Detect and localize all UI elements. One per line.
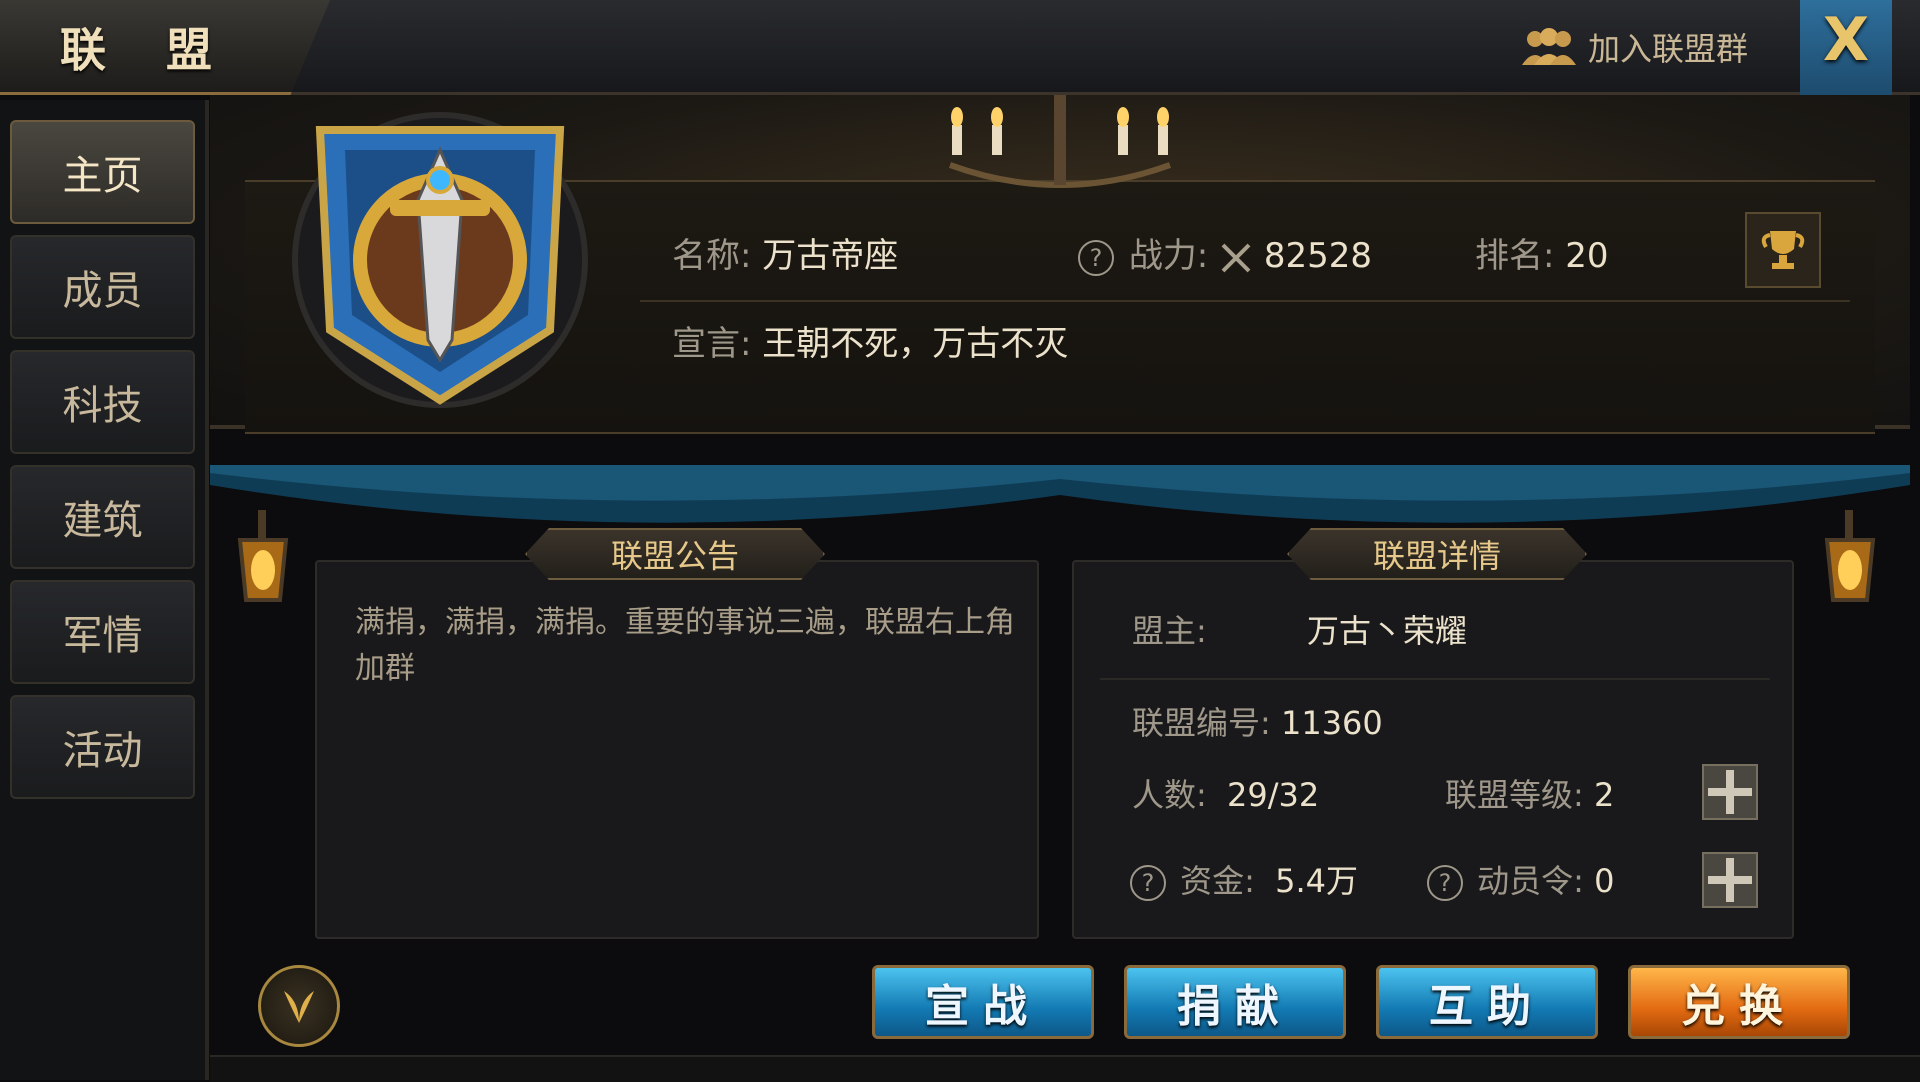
details-title-plate: 联盟详情 — [1287, 528, 1587, 580]
details-divider — [1100, 678, 1770, 680]
mobilize-row: ? 动员令: 0 — [1427, 856, 1615, 902]
notice-title: 联盟公告 — [525, 528, 825, 580]
info-divider — [640, 300, 1850, 302]
funds-add-plus-button[interactable] — [1702, 852, 1758, 908]
sidebar-tab-home[interactable]: 主页 — [10, 120, 195, 224]
alliance-id-row: 联盟编号: 11360 — [1132, 698, 1383, 744]
alliance-name-label: 名称: — [672, 236, 752, 276]
join-alliance-group-button[interactable]: 加入联盟群 — [1520, 22, 1748, 72]
crossed-swords-icon — [1221, 243, 1251, 272]
curtain-decoration — [210, 465, 1910, 523]
alliance-id-value: 11360 — [1280, 704, 1383, 742]
alliance-power-value: 82528 — [1263, 236, 1373, 276]
mobilize-value: 0 — [1594, 862, 1615, 900]
right-lantern-icon — [1824, 510, 1876, 602]
details-title: 联盟详情 — [1287, 528, 1587, 580]
member-count-value: 29/32 — [1226, 776, 1320, 814]
sidebar-tab-military-intel[interactable]: 军情 — [10, 580, 195, 684]
alliance-level-value: 2 — [1593, 776, 1615, 814]
notice-text: 满捐，满捐，满捐。重要的事说三遍，联盟右上角加群 — [355, 605, 1015, 686]
funds-label: 资金: — [1180, 862, 1255, 900]
mutual-help-button[interactable]: 互助 — [1376, 965, 1598, 1039]
alliance-name-value: 万古帝座 — [762, 236, 899, 276]
alliance-power-label: 战力: — [1128, 236, 1209, 276]
exchange-button[interactable]: 兑换 — [1628, 965, 1850, 1039]
join-alliance-group-label: 加入联盟群 — [1588, 30, 1749, 68]
alliance-rank-label: 排名: — [1475, 236, 1555, 276]
donate-button[interactable]: 捐献 — [1124, 965, 1346, 1039]
alliance-rank-row: 排名: 20 — [1475, 228, 1609, 277]
level-upgrade-plus-button[interactable] — [1702, 764, 1758, 820]
sidebar-tab-members[interactable]: 成员 — [10, 235, 195, 339]
group-icon — [1522, 28, 1576, 65]
chandelier-icon — [948, 95, 1172, 188]
alliance-level-row: 联盟等级: 2 — [1445, 770, 1614, 816]
ranking-trophy-button[interactable] — [1745, 212, 1821, 288]
leader-value: 万古丶荣耀 — [1306, 612, 1467, 650]
power-help-question-icon[interactable]: ? — [1078, 239, 1114, 276]
alliance-power-row: ? 战力: 82528 — [1078, 228, 1372, 277]
alliance-declaration-row: 宣言: 王朝不死，万古不灭 — [672, 316, 1068, 365]
funds-value: 5.4万 — [1275, 862, 1359, 900]
alliance-id-label: 联盟编号: — [1132, 704, 1271, 742]
alliance-level-label: 联盟等级: — [1445, 776, 1584, 814]
alliance-rank-value: 20 — [1565, 236, 1609, 276]
alliance-emblem-icon — [292, 112, 588, 408]
member-count-row: 人数: 29/32 — [1132, 770, 1319, 816]
leader-label: 盟主: — [1132, 612, 1207, 650]
mobilize-label: 动员令: — [1477, 862, 1584, 900]
member-count-label: 人数: — [1132, 776, 1207, 814]
alliance-declaration-label: 宣言: — [672, 324, 752, 364]
sidebar: 主页 成员 科技 建筑 军情 活动 — [0, 100, 209, 1080]
round-emblem-button[interactable] — [258, 965, 340, 1047]
sidebar-tab-technology[interactable]: 科技 — [10, 350, 195, 454]
notice-title-plate: 联盟公告 — [525, 528, 825, 580]
sidebar-tab-buildings[interactable]: 建筑 — [10, 465, 195, 569]
alliance-name-row: 名称: 万古帝座 — [672, 228, 898, 277]
bottom-bar — [210, 1055, 1920, 1082]
round-emblem-icon — [284, 991, 314, 1023]
trophy-icon — [1761, 231, 1805, 269]
mobilize-help-question-icon[interactable]: ? — [1427, 865, 1463, 901]
left-lantern-icon — [237, 510, 289, 602]
page-title: 联 盟 — [60, 23, 235, 77]
alliance-declaration-value: 王朝不死，万古不灭 — [762, 324, 1069, 364]
sidebar-tab-events[interactable]: 活动 — [10, 695, 195, 799]
funds-row: ? 资金: 5.4万 — [1130, 856, 1358, 902]
declare-war-button[interactable]: 宣战 — [872, 965, 1094, 1039]
leader-row: 盟主: 万古丶荣耀 — [1132, 606, 1467, 652]
funds-help-question-icon[interactable]: ? — [1130, 865, 1166, 901]
